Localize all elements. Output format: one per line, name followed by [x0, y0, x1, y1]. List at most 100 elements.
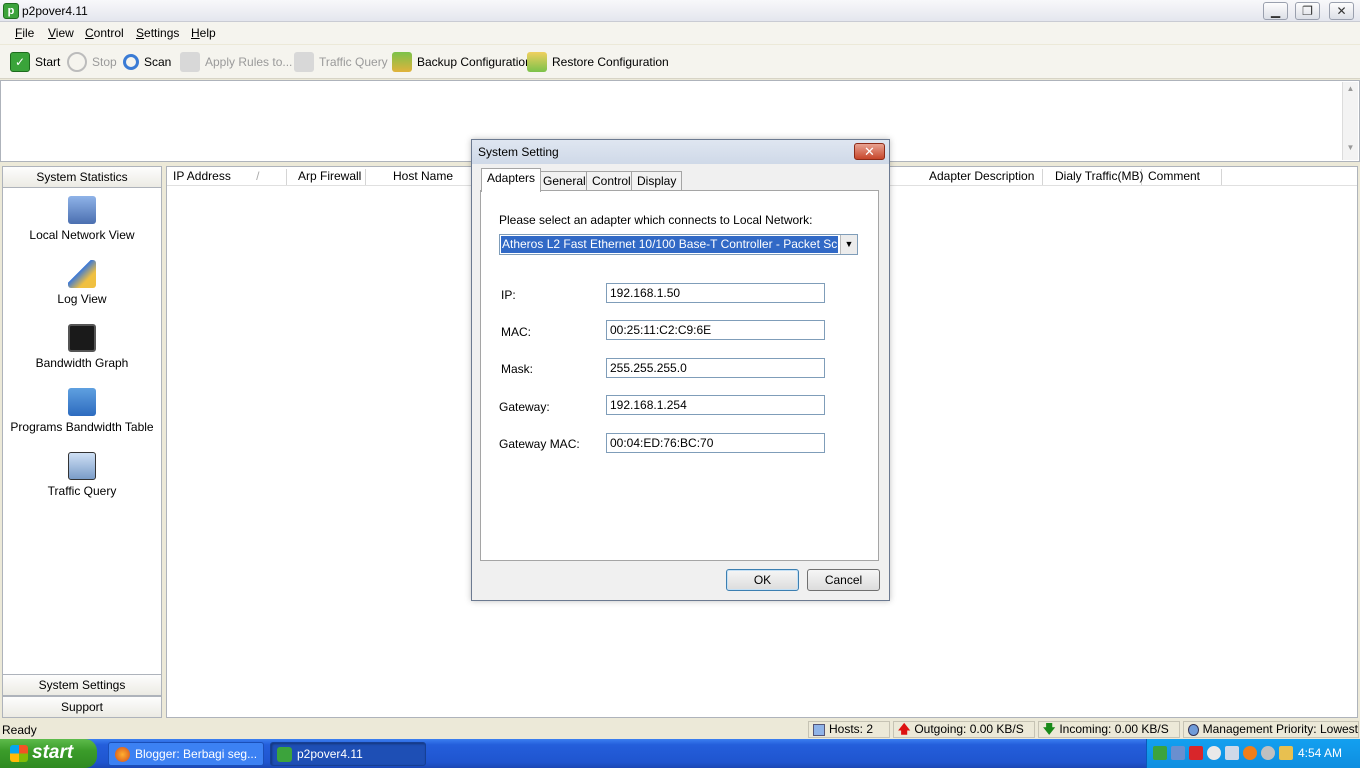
status-ready: Ready: [2, 723, 37, 737]
adapter-prompt: Please select an adapter which connects …: [499, 213, 813, 227]
dialog-title: System Setting: [478, 145, 559, 159]
sidebar: [2, 166, 162, 718]
restore-label: Restore Configuration: [552, 55, 669, 69]
sidebar-item-bandwidth-graph[interactable]: Bandwidth Graph: [2, 324, 162, 370]
status-incoming: 🡇 Incoming: 0.00 KB/S: [1038, 721, 1180, 738]
close-button[interactable]: ✕: [1329, 2, 1354, 20]
gateway-field[interactable]: 192.168.1.254: [606, 395, 825, 415]
backup-configuration-button[interactable]: Backup Configuration: [392, 50, 532, 74]
tab-control[interactable]: Control: [586, 171, 637, 191]
sidebar-item-label: Bandwidth Graph: [35, 356, 129, 370]
menu-file[interactable]: File: [15, 26, 34, 40]
tray-p2pover-icon[interactable]: [1153, 746, 1167, 760]
sidebar-item-traffic-query[interactable]: Traffic Query: [2, 452, 162, 498]
taskbar-item-p2pover[interactable]: p2pover4.11: [270, 742, 426, 766]
apply-rules-label: Apply Rules to...: [205, 55, 293, 69]
status-outgoing: 🡅 Outgoing: 0.00 KB/S: [893, 721, 1035, 738]
minimize-button[interactable]: ▁: [1263, 2, 1288, 20]
sidebar-item-label: Local Network View: [29, 228, 135, 242]
cancel-button[interactable]: Cancel: [807, 569, 880, 591]
column-host-name[interactable]: Host Name: [387, 169, 477, 185]
windows-flag-icon: [10, 745, 28, 762]
chevron-down-icon[interactable]: ▼: [840, 235, 857, 254]
check-icon: ✓: [10, 52, 30, 72]
column-comment[interactable]: Comment: [1142, 169, 1222, 185]
traffic-query-icon: [68, 452, 96, 480]
tray-monitor-icon[interactable]: [1225, 746, 1239, 760]
sort-indicator: /: [256, 169, 260, 183]
system-statistics-header[interactable]: System Statistics: [2, 166, 162, 188]
column-label: IP Address: [173, 169, 231, 183]
outgoing-label: Outgoing: 0.00 KB/S: [914, 722, 1024, 736]
status-hosts: Hosts: 2: [808, 721, 890, 738]
column-arp-firewall[interactable]: Arp Firewall: [292, 169, 366, 185]
firefox-icon: [115, 747, 130, 762]
start-button[interactable]: ✓ Start: [10, 50, 60, 74]
column-adapter-description[interactable]: Adapter Description: [923, 169, 1043, 185]
menu-control[interactable]: Control: [85, 26, 124, 40]
menu-help[interactable]: Help: [191, 26, 216, 40]
restore-configuration-button[interactable]: Restore Configuration: [527, 50, 669, 74]
start-label: Start: [35, 55, 61, 69]
task-label: p2pover4.11: [297, 747, 363, 761]
adapter-selected-value: Atheros L2 Fast Ethernet 10/100 Base-T C…: [501, 236, 838, 253]
stop-icon: [67, 52, 87, 72]
column-daily-traffic[interactable]: Dialy Traffic(MB): [1049, 169, 1143, 185]
menu-view[interactable]: View: [48, 26, 74, 40]
restore-button[interactable]: ❐: [1295, 2, 1320, 20]
tab-adapters[interactable]: Adapters: [481, 168, 542, 192]
task-label: Blogger: Berbagi seg...: [135, 747, 258, 761]
log-scrollbar[interactable]: ▲ ▼: [1342, 82, 1358, 160]
download-arrow-icon: [392, 52, 412, 72]
dialog-close-button[interactable]: ✕: [854, 143, 885, 160]
sidebar-item-programs-bandwidth-table[interactable]: Programs Bandwidth Table: [2, 388, 162, 434]
ok-button[interactable]: OK: [726, 569, 799, 591]
sidebar-item-log-view[interactable]: Log View: [2, 260, 162, 306]
status-priority: Management Priority: Lowest: [1183, 721, 1359, 738]
tab-general[interactable]: General: [537, 171, 592, 191]
ip-field[interactable]: 192.168.1.50: [606, 283, 825, 303]
menu-settings[interactable]: Settings: [136, 26, 179, 40]
up-arrow-icon: 🡅: [898, 722, 911, 736]
priority-icon: [1188, 723, 1199, 736]
magnifier-icon: [123, 54, 139, 70]
apply-rules-icon: [180, 52, 200, 72]
tray-volume-icon[interactable]: [1207, 746, 1221, 760]
incoming-label: Incoming: 0.00 KB/S: [1059, 722, 1169, 736]
tab-display[interactable]: Display: [631, 171, 683, 191]
priority-label: Management Priority: Lowest: [1202, 722, 1358, 736]
apply-rules-button[interactable]: Apply Rules to...: [180, 50, 292, 74]
backup-label: Backup Configuration: [417, 55, 532, 69]
ip-label: IP:: [501, 288, 516, 302]
taskbar-item-blogger[interactable]: Blogger: Berbagi seg...: [108, 742, 264, 766]
scan-button[interactable]: Scan: [123, 50, 171, 74]
log-pencil-icon: [68, 260, 96, 288]
tray-disc-icon[interactable]: [1261, 746, 1275, 760]
sidebar-item-label: Traffic Query: [47, 484, 117, 498]
system-settings-header[interactable]: System Settings: [2, 674, 162, 696]
window-title: p2pover4.11: [22, 4, 88, 18]
tray-app-icon[interactable]: [1243, 746, 1257, 760]
tray-ati-icon[interactable]: [1189, 746, 1203, 760]
title-bar: [0, 0, 1360, 22]
mask-label: Mask:: [501, 362, 534, 376]
mac-field[interactable]: 00:25:11:C2:C9:6E: [606, 320, 825, 340]
mac-label: MAC:: [501, 325, 531, 339]
traffic-query-button[interactable]: Traffic Query: [294, 50, 388, 74]
gateway-mac-label: Gateway MAC:: [499, 437, 580, 451]
tray-network-icon[interactable]: [1171, 746, 1185, 760]
tray-tool-icon[interactable]: [1279, 746, 1293, 760]
mask-field[interactable]: 255.255.255.0: [606, 358, 825, 378]
column-ip-address[interactable]: IP Address /: [167, 169, 287, 185]
stop-button[interactable]: Stop: [67, 50, 117, 74]
gateway-mac-field[interactable]: 00:04:ED:76:BC:70: [606, 433, 825, 453]
hosts-label: Hosts: 2: [829, 722, 874, 736]
sidebar-item-local-network-view[interactable]: Local Network View: [2, 196, 162, 242]
programs-gear-icon: [68, 388, 96, 416]
bandwidth-graph-icon: [68, 324, 96, 352]
p2pover-icon: [277, 747, 292, 762]
sidebar-item-label: Log View: [57, 292, 107, 306]
traffic-query-icon: [294, 52, 314, 72]
traffic-query-label: Traffic Query: [319, 55, 388, 69]
support-header[interactable]: Support: [2, 696, 162, 718]
